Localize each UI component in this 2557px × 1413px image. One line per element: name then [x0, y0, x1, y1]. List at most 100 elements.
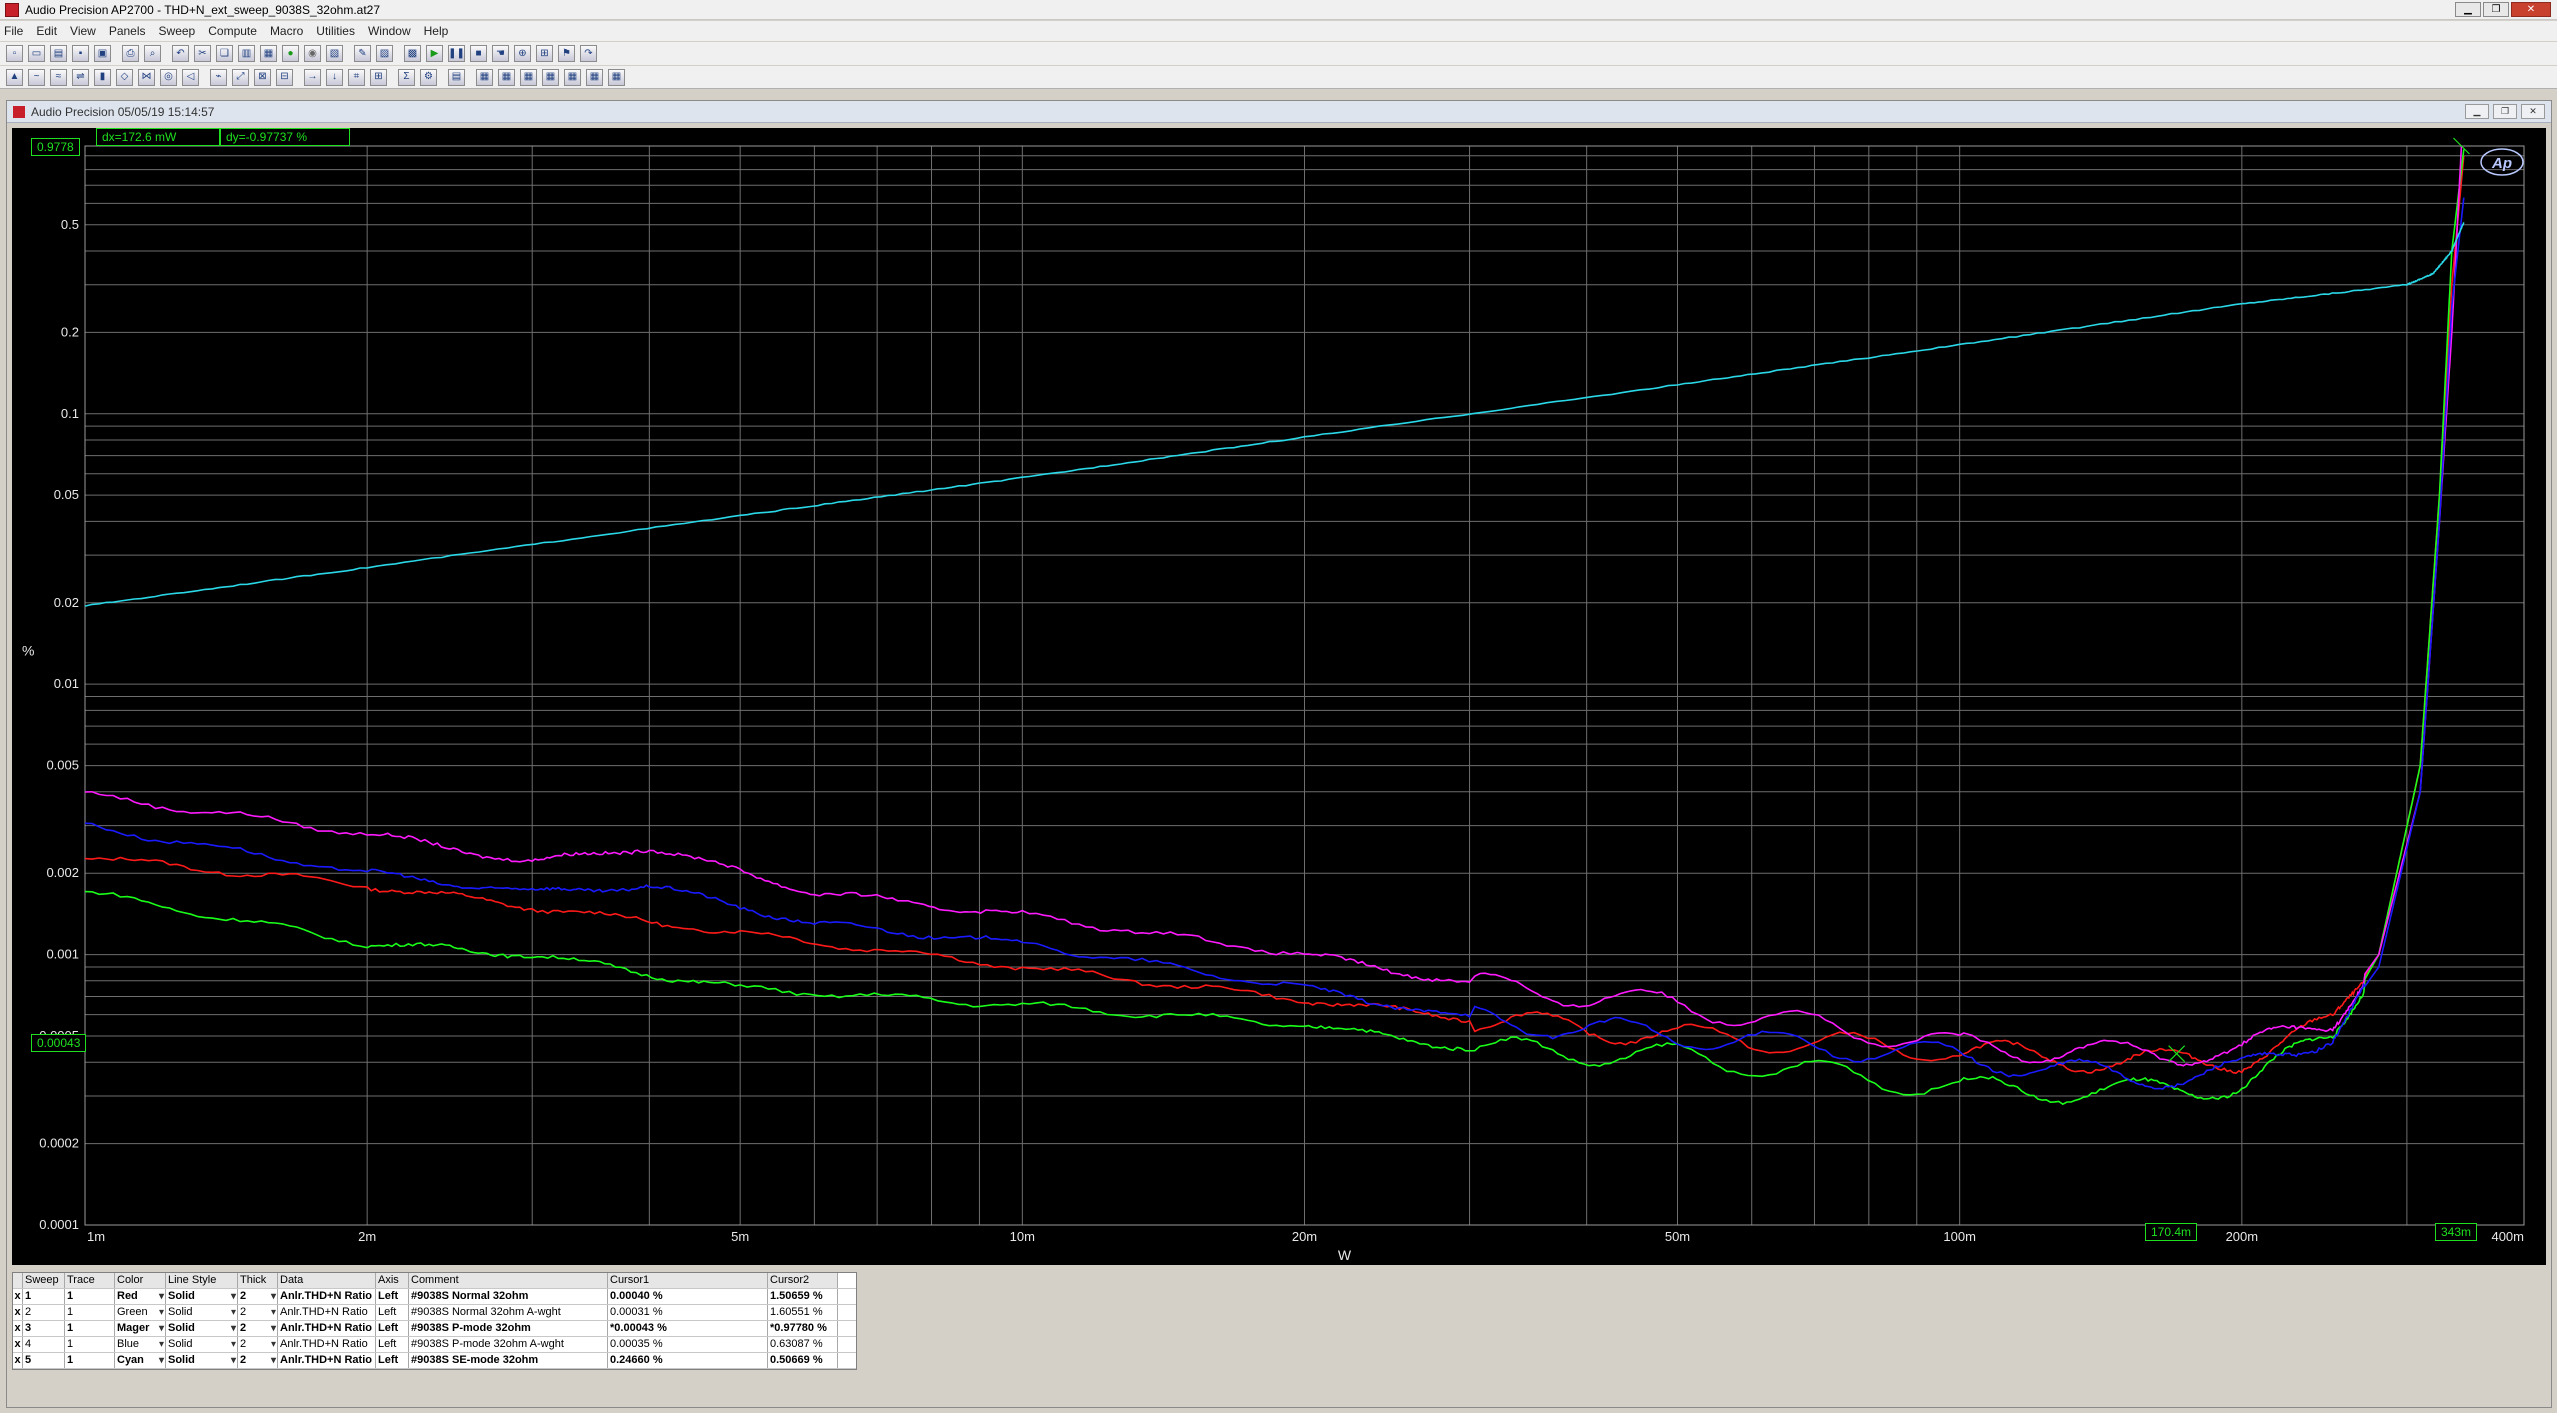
print-preview-icon[interactable]: ⌕ [144, 45, 161, 62]
stop-light-icon[interactable]: ◉ [304, 45, 321, 62]
table-row[interactable]: x 5 1 Cyan Solid 2 Anlr.THD+N Ratio Left… [13, 1353, 856, 1369]
cursor1-y-readout[interactable]: 0.00043 [31, 1034, 87, 1052]
cursor-icon[interactable]: ⊞ [536, 45, 553, 62]
layout-icon[interactable]: ▤ [448, 68, 465, 86]
view-2-icon[interactable]: ▦ [498, 68, 515, 86]
undo-icon[interactable]: ↶ [172, 45, 189, 62]
dsp-icon[interactable]: ⌁ [210, 68, 227, 86]
restore-icon[interactable]: ❐ [2483, 2, 2509, 17]
sub-restore-icon[interactable]: ❐ [2493, 104, 2517, 119]
table-row[interactable]: x 4 1 Blue Solid 2 Anlr.THD+N Ratio Left… [13, 1337, 856, 1353]
close-icon[interactable]: ✕ [2511, 2, 2551, 17]
menu-view[interactable]: View [70, 24, 96, 38]
pause-icon[interactable]: ❚❚ [448, 45, 465, 62]
bargraph-icon[interactable]: ▮ [94, 68, 111, 86]
arrow-right-icon[interactable]: → [304, 68, 321, 86]
chart-svg[interactable]: 0.5 0.2 0.1 0.05 0.02 0.01 0.005 0.002 0.001 0.00… [12, 128, 2546, 1265]
graph-select-icon[interactable]: ▨ [376, 45, 393, 62]
cut-icon[interactable]: ✂ [194, 45, 211, 62]
row-checkbox[interactable]: x [13, 1321, 23, 1336]
new-icon[interactable]: ▫ [6, 45, 23, 62]
thick-select[interactable]: 2 [238, 1337, 278, 1352]
thick-select[interactable]: 2 [238, 1289, 278, 1304]
view-6-icon[interactable]: ▦ [586, 68, 603, 86]
view-5-icon[interactable]: ▦ [564, 68, 581, 86]
clipboard-icon[interactable]: ▦ [260, 45, 277, 62]
play-icon[interactable]: ▶ [426, 45, 443, 62]
thick-select[interactable]: 2 [238, 1353, 278, 1368]
speaker-icon[interactable]: ◁ [182, 68, 199, 86]
graph-icon[interactable]: ▩ [404, 45, 421, 62]
generator-icon[interactable]: ~ [28, 68, 45, 86]
fft-icon[interactable]: ⋈ [138, 68, 155, 86]
menu-utilities[interactable]: Utilities [316, 24, 355, 38]
cursor1-x-readout[interactable]: 170.4m [2145, 1223, 2198, 1241]
menu-macro[interactable]: Macro [270, 24, 303, 38]
graph-plot[interactable]: 0.5 0.2 0.1 0.05 0.02 0.01 0.005 0.002 0.001 0.00… [12, 128, 2546, 1265]
compute-icon[interactable]: Σ [398, 68, 415, 86]
color-select[interactable]: Green [115, 1305, 166, 1320]
cursor2-x-readout[interactable]: 343m [2435, 1223, 2478, 1241]
sub-minimize-icon[interactable]: ▁ [2465, 104, 2489, 119]
print-icon[interactable]: ⎙ [122, 45, 139, 62]
menu-compute[interactable]: Compute [208, 24, 257, 38]
table-row[interactable]: x 1 1 Red Solid 2 Anlr.THD+N Ratio Left … [13, 1289, 856, 1305]
stop-icon[interactable]: ■ [470, 45, 487, 62]
table-row[interactable]: x 2 1 Green Solid 2 Anlr.THD+N Ratio Lef… [13, 1305, 856, 1321]
regulation-icon[interactable]: ⤢ [232, 68, 249, 86]
multitone-icon[interactable]: ◎ [160, 68, 177, 86]
menu-edit[interactable]: Edit [36, 24, 57, 38]
save-all-icon[interactable]: ▣ [94, 45, 111, 62]
style-select[interactable]: Solid [166, 1305, 238, 1320]
thick-select[interactable]: 2 [238, 1321, 278, 1336]
menu-panels[interactable]: Panels [109, 24, 146, 38]
filter-icon[interactable]: ◇ [116, 68, 133, 86]
style-select[interactable]: Solid [166, 1337, 238, 1352]
row-checkbox[interactable]: x [13, 1353, 23, 1368]
green-light-icon[interactable]: ● [282, 45, 299, 62]
view-4-icon[interactable]: ▦ [542, 68, 559, 86]
open-icon[interactable]: ▭ [28, 45, 45, 62]
pencil-icon[interactable]: ✎ [354, 45, 371, 62]
view-1-icon[interactable]: ▦ [476, 68, 493, 86]
row-checkbox[interactable]: x [13, 1337, 23, 1352]
save-icon[interactable]: ▪ [72, 45, 89, 62]
style-select[interactable]: Solid [166, 1353, 238, 1368]
paste-icon[interactable]: ▥ [238, 45, 255, 62]
tool-icon[interactable]: ⚙ [420, 68, 437, 86]
menu-file[interactable]: File [4, 24, 23, 38]
copy-icon[interactable]: ❏ [216, 45, 233, 62]
zoom-icon[interactable]: ⊕ [514, 45, 531, 62]
flag-icon[interactable]: ⚑ [558, 45, 575, 62]
arrow-down-icon[interactable]: ↓ [326, 68, 343, 86]
graph-panel-icon[interactable]: ▲ [6, 68, 23, 86]
table-row[interactable]: x 3 1 Mager Solid 2 Anlr.THD+N Ratio Lef… [13, 1321, 856, 1337]
sub-close-icon[interactable]: ✕ [2521, 104, 2545, 119]
panel-icon[interactable]: ▧ [326, 45, 343, 62]
style-select[interactable]: Solid [166, 1321, 238, 1336]
color-select[interactable]: Mager [115, 1321, 166, 1336]
minimize-icon[interactable]: ▁ [2455, 2, 2481, 17]
view-7-icon[interactable]: ▦ [608, 68, 625, 86]
view-3-icon[interactable]: ▦ [520, 68, 537, 86]
switcher-icon[interactable]: ⊠ [254, 68, 271, 86]
hand-icon[interactable]: ☚ [492, 45, 509, 62]
aux-icon[interactable]: ⊟ [276, 68, 293, 86]
color-select[interactable]: Red [115, 1289, 166, 1304]
chart-icon[interactable]: ⌗ [348, 68, 365, 86]
open-test-icon[interactable]: ▤ [50, 45, 67, 62]
row-checkbox[interactable]: x [13, 1305, 23, 1320]
color-select[interactable]: Blue [115, 1337, 166, 1352]
redo-icon[interactable]: ↷ [580, 45, 597, 62]
grid-icon[interactable]: ⊞ [370, 68, 387, 86]
y-max-readout[interactable]: 0.9778 [31, 138, 80, 156]
thick-select[interactable]: 2 [238, 1305, 278, 1320]
analyzer-icon[interactable]: ≈ [50, 68, 67, 86]
menu-window[interactable]: Window [368, 24, 411, 38]
menu-sweep[interactable]: Sweep [159, 24, 196, 38]
row-checkbox[interactable]: x [13, 1289, 23, 1304]
color-select[interactable]: Cyan [115, 1353, 166, 1368]
menu-help[interactable]: Help [424, 24, 449, 38]
style-select[interactable]: Solid [166, 1289, 238, 1304]
sweep-icon[interactable]: ⇌ [72, 68, 89, 86]
